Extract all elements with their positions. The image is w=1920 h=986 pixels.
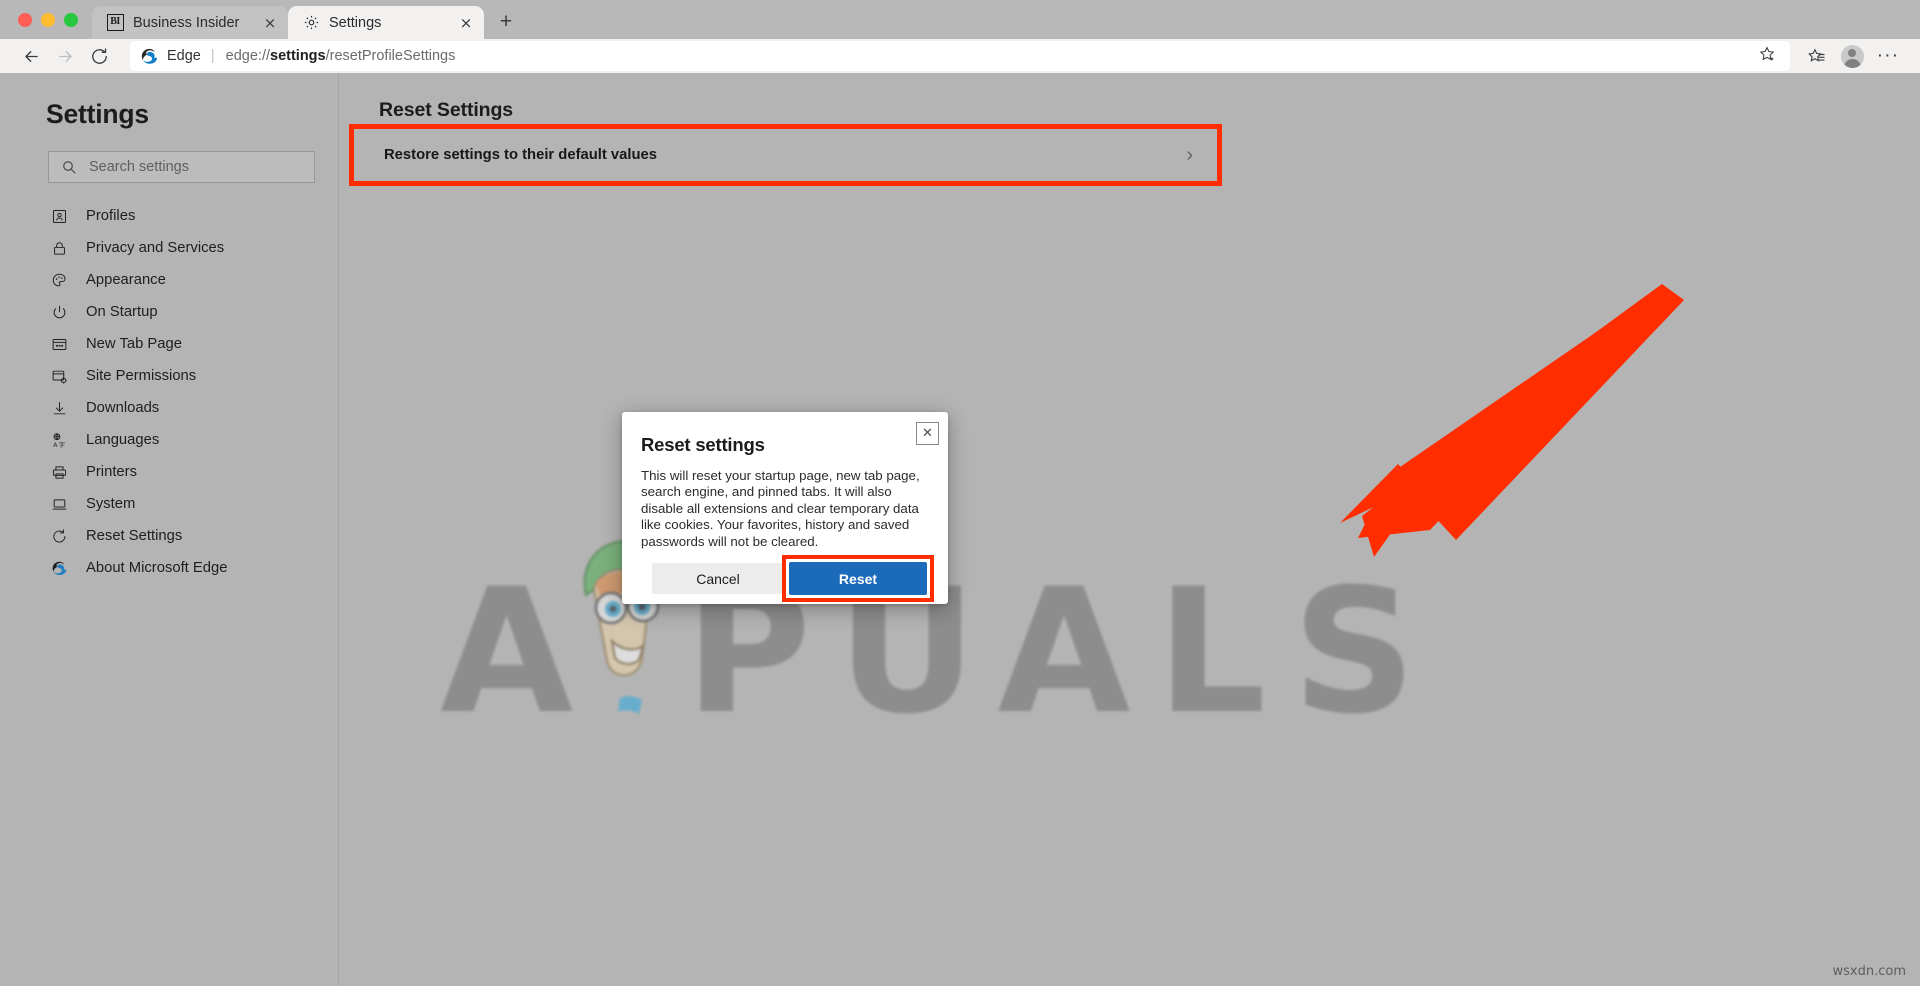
edge-logo-icon [140,47,159,66]
avatar [1840,44,1864,68]
tab-title: Settings [329,14,382,31]
tab-close-button[interactable]: × [260,13,280,33]
profile-avatar-icon[interactable] [1834,41,1870,71]
dialog-body-text: This will reset your startup page, new t… [641,468,920,549]
gear-icon [302,14,320,32]
tab-settings[interactable]: Settings × [288,6,484,39]
close-icon[interactable]: ✕ [916,422,939,445]
tab-close-button[interactable]: × [456,13,476,33]
tab-business-insider[interactable]: BI Business Insider × [92,6,288,39]
back-button[interactable] [14,41,48,71]
address-bar[interactable]: Edge | edge://settings/resetProfileSetti… [130,41,1790,71]
window-controls [0,13,92,39]
omnibox-separator: | [210,48,215,64]
reload-button[interactable] [82,41,116,71]
favorites-list-icon[interactable] [1798,41,1834,71]
forward-button[interactable] [48,41,82,71]
omnibox-brand-label: Edge [167,48,201,64]
star-plus-icon[interactable] [1758,45,1780,67]
tab-strip: BI Business Insider × Settings × + [0,0,1920,39]
dialog-scrim: Reset settings This will reset your star… [0,73,1920,986]
bi-logo-icon: BI [106,14,124,32]
tab-title: Business Insider [133,14,240,31]
cancel-button[interactable]: Cancel [652,563,784,594]
settings-page: Settings Profiles [0,73,1920,986]
omnibox-url: edge://settings/resetProfileSettings [225,48,456,64]
minimize-window-button[interactable] [41,13,55,27]
dialog-title: Reset settings [641,434,765,455]
more-options-icon[interactable]: ··· [1870,41,1906,71]
maximize-window-button[interactable] [64,13,78,27]
close-window-button[interactable] [18,13,32,27]
browser-toolbar: Edge | edge://settings/resetProfileSetti… [0,39,1920,73]
browser-window: BI Business Insider × Settings × + Edge … [0,0,1920,986]
more-options-label: ··· [1876,45,1900,66]
reset-button-highlight: Reset [782,555,934,602]
reset-settings-dialog: Reset settings This will reset your star… [622,412,948,604]
reset-button[interactable]: Reset [789,562,927,595]
dialog-footer: Cancel Reset [622,555,948,604]
new-tab-button[interactable]: + [490,7,522,37]
